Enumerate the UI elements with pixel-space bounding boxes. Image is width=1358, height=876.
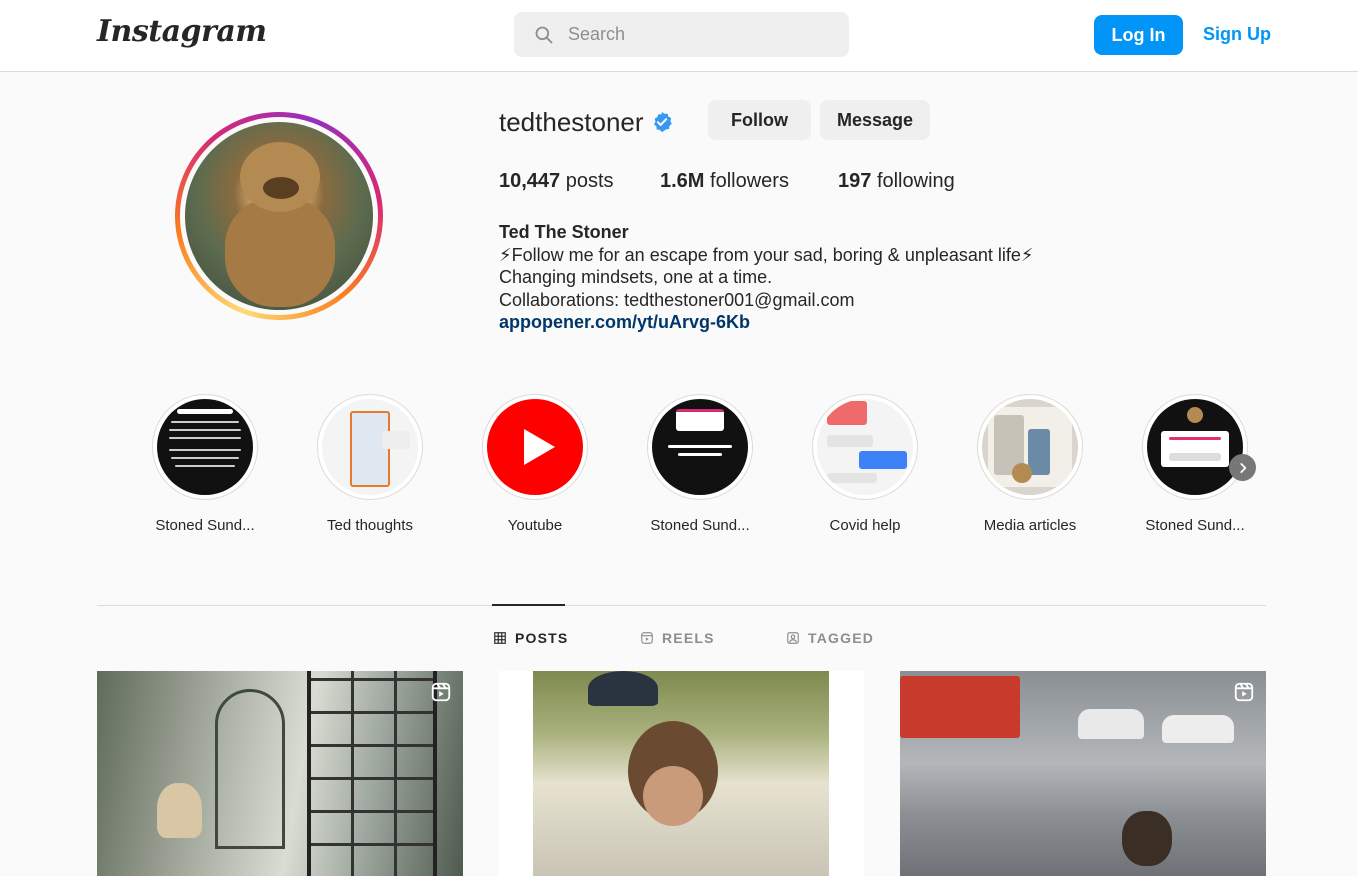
profile-external-link[interactable]: appopener.com/yt/uArvg-6Kb (499, 311, 1034, 334)
search-icon (535, 26, 553, 43)
highlight-label: Youtube (507, 517, 563, 534)
highlight-item[interactable]: Youtube (482, 394, 588, 534)
posts-label: posts (565, 170, 614, 192)
highlight-item[interactable]: Stoned Sund... (647, 394, 753, 534)
posts-count: 10,447 (499, 170, 561, 192)
tabs-divider (97, 605, 1266, 606)
tagged-icon (787, 632, 799, 644)
following-label: following (876, 170, 955, 192)
bio-line: ⚡Follow me for an escape from your sad, … (499, 244, 1034, 265)
avatar (185, 122, 373, 310)
signup-link[interactable]: Sign Up (1203, 24, 1271, 45)
stat-followers[interactable]: 1.6M followers (660, 170, 789, 193)
search-box[interactable] (514, 12, 849, 57)
highlight-label: Stoned Sund... (650, 517, 750, 534)
tab-label: REELS (662, 630, 715, 646)
reel-indicator-icon (431, 682, 451, 702)
login-button[interactable]: Log In (1094, 15, 1183, 55)
followers-label: followers (710, 170, 789, 192)
highlight-item[interactable]: Stoned Sund... (1142, 394, 1248, 534)
bio-line: Changing mindsets, one at a time. (499, 267, 773, 287)
grid-icon (494, 632, 506, 644)
youtube-play-icon (524, 429, 555, 465)
highlight-cover (817, 399, 913, 495)
tab-label: TAGGED (808, 630, 875, 646)
reels-icon (641, 632, 653, 644)
follow-button[interactable]: Follow (708, 100, 811, 140)
tab-posts[interactable]: POSTS (493, 630, 568, 646)
highlight-item[interactable]: Media articles (977, 394, 1083, 534)
profile-bio: Ted The Stoner ⚡Follow me for an escape … (499, 221, 1034, 334)
active-tab-indicator (492, 604, 565, 606)
highlight-label: Media articles (983, 517, 1077, 534)
message-button[interactable]: Message (820, 100, 930, 140)
tab-reels[interactable]: REELS (640, 630, 715, 646)
highlight-item[interactable]: Ted thoughts (317, 394, 423, 534)
profile-avatar-ring[interactable] (175, 112, 383, 320)
highlight-cover (1147, 399, 1243, 495)
highlight-cover (157, 399, 253, 495)
followers-count: 1.6M (660, 170, 705, 192)
bio-line: Collaborations: tedthestoner001@gmail.co… (499, 289, 855, 310)
highlights-next-button[interactable] (1229, 454, 1256, 481)
highlight-cover (322, 399, 418, 495)
highlight-item[interactable]: Stoned Sund... (152, 394, 258, 534)
post-thumbnail[interactable] (97, 671, 463, 876)
highlight-label: Covid help (829, 517, 901, 534)
highlight-label: Ted thoughts (327, 517, 413, 534)
post-thumbnail[interactable] (498, 671, 864, 876)
highlight-label: Stoned Sund... (1145, 517, 1245, 534)
search-input[interactable] (568, 24, 828, 45)
profile-username: tedthestoner (499, 107, 644, 137)
tab-tagged[interactable]: TAGGED (786, 630, 874, 646)
stat-following[interactable]: 197 following (838, 170, 955, 193)
following-count: 197 (838, 170, 872, 192)
reel-indicator-icon (1234, 682, 1254, 702)
highlight-item[interactable]: Covid help (812, 394, 918, 534)
highlight-cover (652, 399, 748, 495)
stat-posts: 10,447 posts (499, 170, 614, 193)
tab-label: POSTS (515, 630, 569, 646)
highlight-cover (487, 399, 583, 495)
instagram-logo[interactable]: Instagram (97, 14, 267, 49)
highlight-label: Stoned Sund... (155, 517, 255, 534)
highlight-cover (982, 399, 1078, 495)
verified-badge-icon (654, 111, 672, 133)
profile-full-name: Ted The Stoner (499, 222, 629, 242)
post-thumbnail[interactable] (900, 671, 1266, 876)
chevron-right-icon (1239, 462, 1246, 473)
top-nav: Instagram Log In Sign Up (0, 0, 1358, 72)
